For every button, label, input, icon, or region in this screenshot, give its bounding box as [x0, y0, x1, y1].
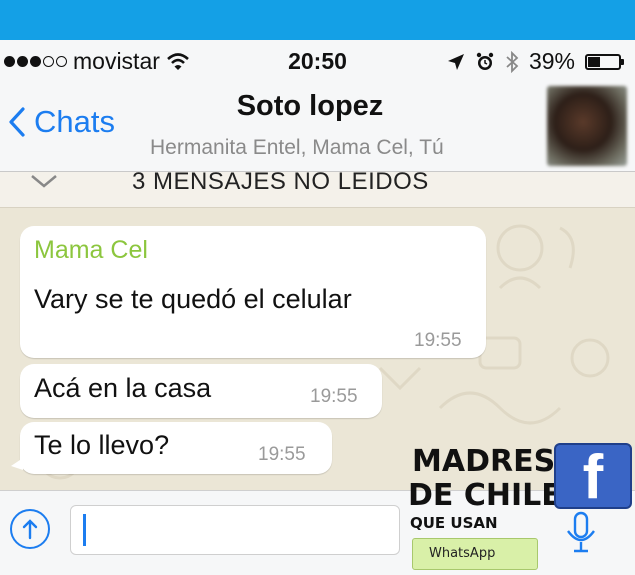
text-cursor: [83, 514, 86, 546]
back-button[interactable]: Chats: [8, 104, 115, 140]
chat-participants: Hermanita Entel, Mama Cel, Tú: [150, 136, 444, 159]
status-bar: movistar 20:50 39%: [0, 40, 635, 80]
facebook-thumb-icon: f: [554, 443, 632, 511]
battery-fill: [588, 56, 600, 67]
message-bubble[interactable]: Mama Cel Vary se te quedó el celular 19:…: [20, 226, 486, 358]
unread-banner: 3 MENSAJES NO LEIDOS: [0, 168, 635, 208]
message-text: Vary se te quedó el celular: [34, 284, 352, 314]
message-bubble[interactable]: Te lo llevo? 19:55: [11, 422, 332, 474]
battery-percent: 39%: [528, 48, 575, 74]
top-blue-band: [0, 0, 635, 40]
status-right: 39%: [447, 48, 624, 75]
chat-title[interactable]: Soto lopez: [150, 90, 470, 123]
location-arrow-icon: [447, 53, 464, 70]
alarm-icon: [476, 52, 494, 70]
madres-de-chile-watermark: MADRES DE CHILE QUE USAN WhatsApp f: [404, 440, 635, 575]
conversation-header: Chats Soto lopez Hermanita Entel, Mama C…: [0, 80, 635, 172]
message-input[interactable]: [70, 505, 400, 555]
whatsapp-badge: WhatsApp: [412, 538, 538, 570]
unread-count-text: 3 MENSAJES NO LEIDOS: [132, 168, 429, 195]
message-sender: Mama Cel: [34, 236, 148, 264]
chevron-left-icon: [9, 107, 25, 137]
arrow-up-icon: [22, 519, 38, 540]
chevron-down-icon: [31, 175, 57, 188]
watermark-line-2: DE CHILE: [408, 478, 562, 513]
watermark-line-1: MADRES: [412, 444, 556, 479]
message-bubble[interactable]: Acá en la casa 19:55: [20, 364, 382, 418]
watermark-line-3: QUE USAN: [410, 514, 498, 532]
message-time: 19:55: [414, 330, 462, 351]
message-text: Acá en la casa: [34, 373, 212, 403]
bubble-tail: [11, 458, 23, 470]
group-avatar[interactable]: [547, 86, 627, 166]
attach-button[interactable]: [10, 509, 50, 549]
back-label: Chats: [34, 104, 115, 139]
message-time: 19:55: [310, 386, 358, 407]
bluetooth-icon: [506, 50, 519, 73]
message-text: Te lo llevo?: [34, 430, 170, 460]
battery-icon: [585, 53, 624, 70]
message-time: 19:55: [258, 444, 306, 465]
